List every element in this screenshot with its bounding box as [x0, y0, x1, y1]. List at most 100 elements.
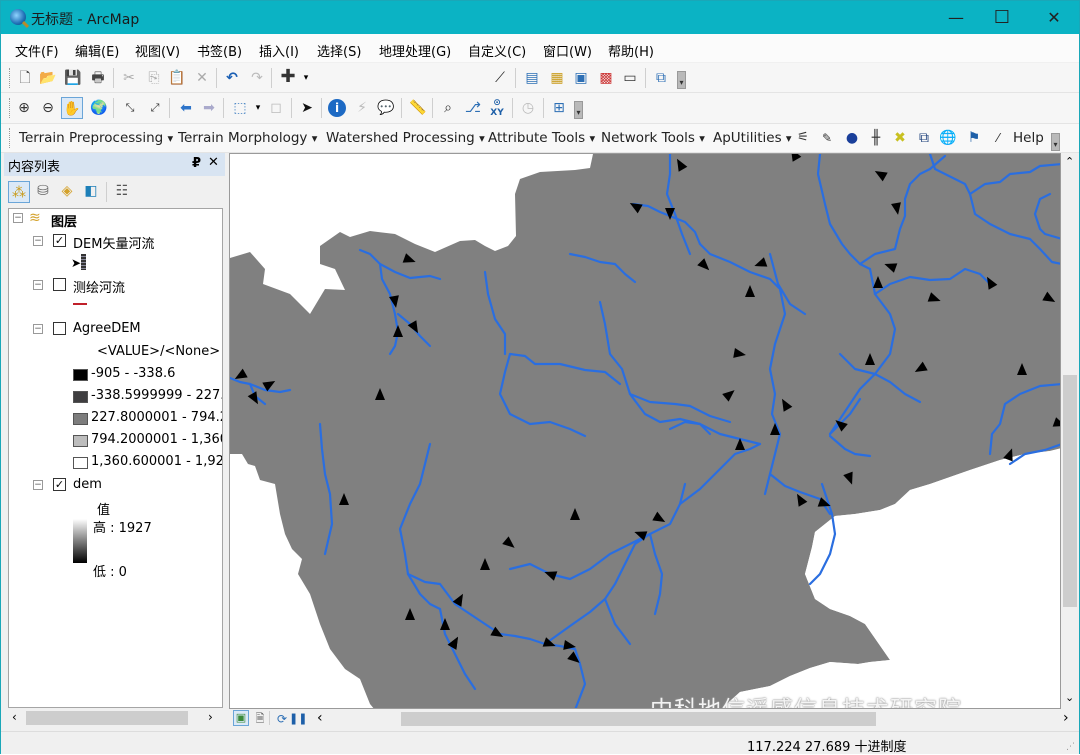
create-viewer-window-icon[interactable]: ⊞ [550, 99, 568, 117]
full-extent-globe-icon[interactable]: 🌍 [90, 99, 108, 117]
class-swatch[interactable] [73, 391, 88, 403]
resize-grip-icon[interactable]: ⋰ [1066, 742, 1075, 752]
toolbar-options-dropdown[interactable]: ▾ [574, 101, 583, 119]
arrow-line-symbol-icon[interactable]: ➤ [71, 254, 87, 270]
collapse-icon[interactable]: − [13, 213, 23, 223]
scroll-right-icon[interactable]: › [208, 710, 213, 724]
new-document-icon[interactable]: 🗋 [16, 69, 34, 87]
layer-visibility-checkbox[interactable]: ✓ [53, 478, 66, 491]
globe-icon[interactable]: 🌐 [939, 129, 957, 147]
html-popup-icon[interactable]: 💬 [377, 99, 395, 117]
redo-icon[interactable]: ↷ [248, 69, 266, 87]
data-frame-layers[interactable]: 图层 [51, 211, 77, 230]
pause-drawing-icon[interactable]: ❚❚ [289, 710, 307, 728]
menu-selection[interactable]: 选择(S) [317, 41, 361, 60]
back-extent-icon[interactable]: ⬅ [177, 99, 195, 117]
toolbar-grip[interactable] [9, 68, 12, 88]
scroll-down-icon[interactable]: ⌄ [1065, 691, 1074, 704]
help-menu[interactable]: Help [1013, 130, 1044, 146]
arctoolbox-icon[interactable]: ▩ [597, 69, 615, 87]
minimize-button[interactable]: — [933, 1, 979, 34]
pan-icon[interactable]: ✋ [61, 97, 83, 119]
collapse-icon[interactable]: − [33, 280, 43, 290]
menu-bookmarks[interactable]: 书签(B) [197, 41, 242, 60]
fixed-zoom-out-icon[interactable]: ⤢ [146, 99, 164, 117]
toolbar-options-dropdown[interactable]: ▾ [1051, 133, 1060, 151]
split-line-icon[interactable]: ╫ [867, 129, 885, 147]
select-elements-arrow-icon[interactable]: ➤ [298, 99, 316, 117]
select-dropdown-icon[interactable]: ▾ [249, 99, 267, 117]
measure-icon[interactable]: 📏 [409, 99, 427, 117]
editor-toolbar-icon[interactable]: ⟋ [491, 69, 509, 87]
menu-insert[interactable]: 插入(I) [259, 41, 299, 60]
dem-color-ramp[interactable] [73, 519, 87, 563]
add-data-icon[interactable]: ✚ [279, 68, 297, 86]
maximize-button[interactable]: ☐ [979, 1, 1025, 34]
find-binoculars-icon[interactable]: ⌕ [439, 99, 457, 117]
menu-windows[interactable]: 窗口(W) [543, 41, 592, 60]
add-data-dropdown-icon[interactable]: ▾ [297, 69, 315, 87]
list-by-source-icon[interactable]: ⛁ [34, 182, 52, 200]
copy-icon[interactable]: ⎘ [145, 69, 163, 87]
layer-agreedem[interactable]: AgreeDEM [73, 321, 141, 336]
delete-x-icon[interactable]: ✖ [891, 129, 909, 147]
zoom-out-icon[interactable]: ⊖ [39, 99, 57, 117]
menu-view[interactable]: 视图(V) [135, 41, 180, 60]
menu-watershed-processing[interactable]: Watershed Processing ▾ [326, 130, 485, 146]
print-icon[interactable]: 🖶 [89, 69, 107, 87]
scroll-right-icon[interactable]: › [1063, 710, 1069, 726]
scroll-thumb[interactable] [401, 712, 876, 726]
network-icon[interactable]: ⧉ [915, 129, 933, 147]
list-by-visibility-icon[interactable]: ◈ [58, 182, 76, 200]
layer-visibility-checkbox[interactable]: ✓ [53, 234, 66, 247]
menu-attribute-tools[interactable]: Attribute Tools ▾ [488, 130, 595, 146]
scroll-left-icon[interactable]: ‹ [317, 710, 323, 726]
menu-terrain-morphology[interactable]: Terrain Morphology ▾ [178, 130, 317, 146]
fixed-zoom-in-icon[interactable]: ⤡ [121, 99, 139, 117]
map-vertical-scrollbar[interactable]: ⌃ ⌄ [1061, 153, 1079, 709]
toolbar-options-dropdown[interactable]: ▾ [677, 71, 686, 89]
time-slider-icon[interactable]: ◷ [519, 99, 537, 117]
flow-path-icon[interactable]: ⚟ [794, 129, 812, 147]
flag-icon[interactable]: ⚑ [965, 129, 983, 147]
go-to-xy-icon[interactable]: ⊙ XY [488, 98, 506, 118]
menu-network-tools[interactable]: Network Tools ▾ [601, 130, 705, 146]
map-canvas[interactable] [230, 154, 1061, 709]
toolbar-grip[interactable] [9, 128, 12, 148]
python-window-icon[interactable]: ▭ [621, 69, 639, 87]
zoom-in-icon[interactable]: ⊕ [15, 99, 33, 117]
menu-aputilities[interactable]: ApUtilities ▾ [713, 130, 792, 146]
modelbuilder-icon[interactable]: ⧉ [652, 69, 670, 87]
hyperlink-icon[interactable]: ⚡ [353, 99, 371, 117]
table-of-contents-icon[interactable]: ▤ [523, 69, 541, 87]
toc-close-icon[interactable]: ✕ [208, 155, 219, 170]
class-swatch[interactable] [73, 369, 88, 381]
forward-extent-icon[interactable]: ➡ [200, 99, 218, 117]
menu-geoprocessing[interactable]: 地理处理(G) [379, 41, 451, 60]
layer-surveyed-river[interactable]: 测绘河流 [73, 277, 125, 296]
draw-line-icon[interactable]: ⁄ [989, 129, 1007, 147]
close-button[interactable]: ✕ [1031, 1, 1077, 34]
red-line-symbol[interactable] [73, 303, 87, 305]
layer-visibility-checkbox[interactable] [53, 322, 66, 335]
point-delineation-icon[interactable]: ● [843, 129, 861, 147]
catalog-icon[interactable]: ▦ [548, 69, 566, 87]
find-route-icon[interactable]: ⎇ [464, 99, 482, 117]
class-swatch[interactable] [73, 435, 88, 447]
save-icon[interactable]: 💾 [64, 69, 82, 87]
menu-edit[interactable]: 编辑(E) [75, 41, 119, 60]
class-swatch[interactable] [73, 457, 88, 469]
search-window-icon[interactable]: ▣ [572, 69, 590, 87]
list-by-selection-icon[interactable]: ◧ [82, 182, 100, 200]
clear-selection-icon[interactable]: ◻ [267, 99, 285, 117]
menu-file[interactable]: 文件(F) [15, 41, 59, 60]
menu-customize[interactable]: 自定义(C) [468, 41, 526, 60]
collapse-icon[interactable]: − [33, 236, 43, 246]
scroll-thumb[interactable] [1063, 375, 1077, 607]
undo-icon[interactable]: ↶ [223, 69, 241, 87]
scroll-up-icon[interactable]: ⌃ [1065, 155, 1074, 168]
paste-icon[interactable]: 📋 [168, 69, 186, 87]
options-icon[interactable]: ☷ [113, 182, 131, 200]
list-by-drawing-order-icon[interactable]: ⁂ [8, 181, 30, 203]
map-view[interactable]: 中科地信遥感信息技术研究院 [229, 153, 1061, 709]
